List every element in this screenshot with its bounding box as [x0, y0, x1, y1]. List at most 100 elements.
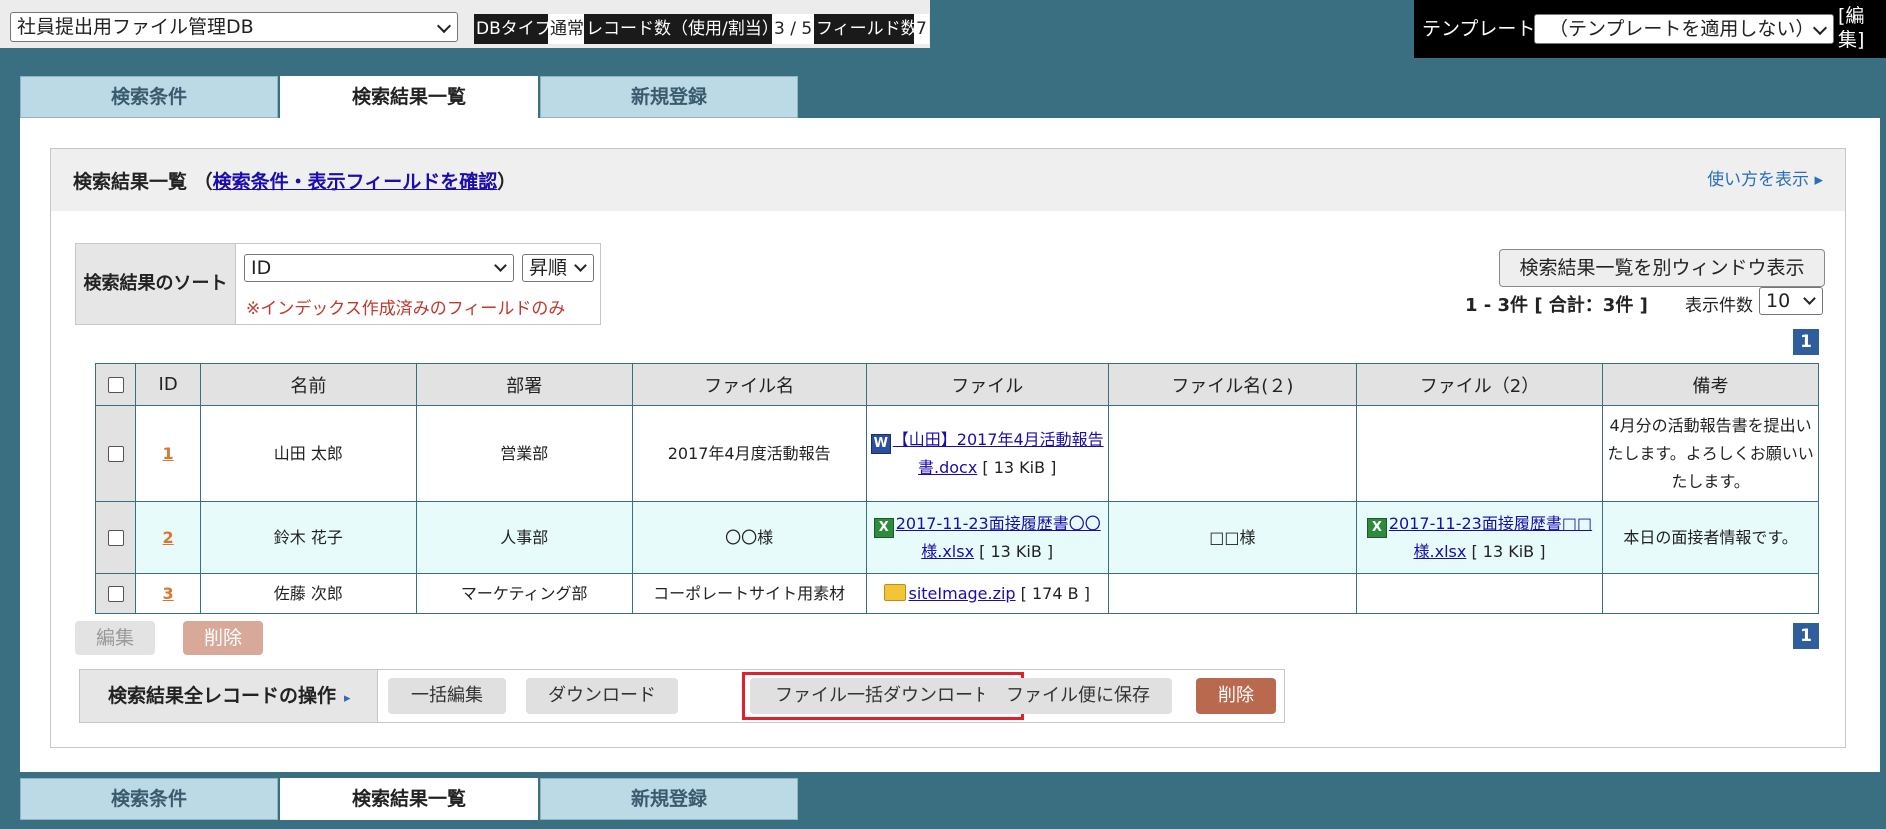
filename-cell: コーポレートサイト用素材: [631, 573, 867, 614]
tab-search-results[interactable]: 検索結果一覧: [280, 76, 538, 118]
row-select-cell: [94, 501, 137, 574]
delete-selected-button[interactable]: 削除: [183, 621, 263, 655]
per-page-value: 10: [1766, 290, 1791, 312]
show-usage-link[interactable]: 使い方を表示 ▸: [1707, 165, 1823, 190]
save-to-filebin-button[interactable]: ファイル便に保存: [984, 678, 1172, 714]
record-id-link[interactable]: 2: [163, 528, 174, 547]
row-select-cell: [94, 573, 137, 614]
template-select[interactable]: （テンプレートを適用しない）: [1534, 14, 1834, 44]
db-info-bar: 社員提出用ファイル管理DB DBタイプ 通常 レコード数（使用/割当） 3 / …: [0, 0, 930, 48]
row-checkbox[interactable]: [107, 586, 124, 602]
sort-box: 検索結果のソート ID 昇順 ※インデックス作成済みのフィールドのみ: [75, 243, 601, 325]
sort-order-select[interactable]: 昇順: [522, 254, 594, 282]
chevron-down-icon: [574, 259, 587, 272]
db-type-value: 通常: [548, 14, 586, 44]
file-size: [ 13 KiB ]: [982, 457, 1057, 477]
row-checkbox[interactable]: [107, 446, 124, 462]
select-all-checkbox[interactable]: [107, 377, 124, 393]
tab-new-registration[interactable]: 新規登録: [540, 778, 798, 820]
sort-label: 検索結果のソート: [76, 244, 236, 324]
tab-search-conditions[interactable]: 検索条件: [20, 778, 278, 820]
pagination-page-bottom[interactable]: 1: [1793, 623, 1819, 649]
filename2-cell: □□様: [1107, 501, 1357, 574]
sort-note: ※インデックス作成済みのフィールドのみ: [246, 299, 566, 319]
sort-field-select[interactable]: ID: [244, 254, 514, 282]
name-cell: 鈴木 花子: [199, 501, 417, 574]
results-table: ID 名前 部署 ファイル名 ファイル ファイル名(２) ファイル（2） 備考 …: [94, 363, 1819, 614]
bulk-operations-label-text: 検索結果全レコードの操作: [108, 685, 337, 707]
file2-cell: [1355, 405, 1604, 502]
record-count-value: 3 / 5: [772, 14, 815, 44]
column-header-file[interactable]: ファイル: [865, 363, 1109, 406]
id-cell: 1: [135, 405, 201, 502]
per-page-label: 表示件数: [1685, 296, 1753, 316]
file-size: [ 13 KiB ]: [979, 541, 1054, 561]
tab-search-results[interactable]: 検索結果一覧: [280, 778, 538, 820]
view-conditions-link[interactable]: 検索条件・表示フィールドを確認: [213, 171, 498, 193]
sort-field-value: ID: [251, 257, 272, 279]
table-row: 2 鈴木 花子 人事部 〇〇様 X 2017-11-23面接履歴書〇〇様.xlsx…: [94, 501, 1819, 574]
main-panel: 検索結果一覧 （検索条件・表示フィールドを確認） 使い方を表示 ▸ 検索結果のソ…: [20, 118, 1880, 772]
download-button[interactable]: ダウンロード: [526, 678, 678, 714]
record-id-link[interactable]: 1: [163, 444, 174, 463]
template-bar: テンプレート （テンプレートを適用しない） [編集]: [1414, 0, 1886, 58]
dept-cell: マーケティング部: [415, 573, 633, 614]
word-icon: W: [870, 433, 891, 454]
pagination-page-top[interactable]: 1: [1793, 329, 1819, 355]
table-row: 3 佐藤 次郎 マーケティング部 コーポレートサイト用素材 siteImage.…: [94, 573, 1819, 614]
result-count: 1 - 3件 [ 合計：3件 ]: [1465, 295, 1648, 316]
file-download-link[interactable]: siteImage.zip: [908, 584, 1015, 603]
template-select-value: （テンプレートを適用しない）: [1549, 18, 1815, 40]
template-label: テンプレート: [1422, 18, 1536, 40]
note-cell: [1602, 573, 1819, 614]
bulk-operations-label: 検索結果全レコードの操作 ▸: [80, 670, 378, 722]
file-size: [ 174 B ]: [1020, 583, 1090, 603]
file2-cell: X 2017-11-23面接履歴書□□様.xlsx [ 13 KiB ]: [1355, 501, 1604, 574]
open-results-window-button[interactable]: 検索結果一覧を別ウィンドウ表示: [1499, 249, 1825, 287]
tab-search-conditions[interactable]: 検索条件: [20, 76, 278, 118]
results-panel-title: 検索結果一覧 （検索条件・表示フィールドを確認）: [73, 167, 516, 194]
bulk-delete-button[interactable]: 削除: [1196, 678, 1276, 714]
note-cell: 4月分の活動報告書を提出いたします。よろしくお願いいたします。: [1602, 405, 1819, 502]
column-header-name[interactable]: 名前: [199, 363, 417, 406]
column-header-dept[interactable]: 部署: [415, 363, 633, 406]
record-count-label: レコード数（使用/割当）: [584, 14, 781, 44]
file2-cell: [1355, 573, 1604, 614]
column-header-note[interactable]: 備考: [1602, 363, 1819, 406]
database-select-value: 社員提出用ファイル管理DB: [17, 16, 254, 38]
column-header-file2[interactable]: ファイル（2）: [1355, 363, 1604, 406]
id-cell: 3: [135, 573, 201, 614]
chevron-down-icon: [1812, 20, 1828, 36]
file-cell: siteImage.zip [ 174 B ]: [865, 573, 1109, 614]
edit-selected-button[interactable]: 編集: [75, 621, 155, 655]
top-bar: 社員提出用ファイル管理DB DBタイプ 通常 レコード数（使用/割当） 3 / …: [0, 0, 1886, 58]
database-select[interactable]: 社員提出用ファイル管理DB: [10, 12, 458, 42]
row-checkbox[interactable]: [107, 530, 124, 546]
per-page-select[interactable]: 10: [1759, 287, 1823, 315]
column-header-filename2[interactable]: ファイル名(２): [1107, 363, 1357, 406]
tab-new-registration[interactable]: 新規登録: [540, 76, 798, 118]
file-cell: X 2017-11-23面接履歴書〇〇様.xlsx [ 13 KiB ]: [865, 501, 1109, 574]
dept-cell: 人事部: [415, 501, 633, 574]
bulk-edit-button[interactable]: 一括編集: [388, 678, 506, 714]
filename-cell: 〇〇様: [631, 501, 867, 574]
name-cell: 山田 太郎: [199, 405, 417, 502]
table-header-row: ID 名前 部署 ファイル名 ファイル ファイル名(２) ファイル（2） 備考: [94, 363, 1819, 406]
name-cell: 佐藤 次郎: [199, 573, 417, 614]
db-type-label: DBタイプ: [474, 14, 554, 44]
results-panel-header: 検索結果一覧 （検索条件・表示フィールドを確認） 使い方を表示 ▸: [51, 149, 1845, 211]
highlight-box: [742, 672, 1024, 720]
bulk-operations-box: 検索結果全レコードの操作 ▸ 一括編集 ダウンロード ファイル一括ダウンロード フ…: [79, 669, 1285, 723]
record-id-link[interactable]: 3: [163, 584, 174, 603]
column-header-id[interactable]: ID: [135, 363, 201, 406]
row-select-cell: [94, 405, 137, 502]
dept-cell: 営業部: [415, 405, 633, 502]
template-edit-link[interactable]: [編集]: [1838, 4, 1872, 52]
file2-size: [ 13 KiB ]: [1471, 541, 1546, 561]
results-title-close: ）: [497, 171, 517, 193]
arrow-right-icon: ▸: [344, 691, 351, 706]
note-cell: 本日の面接者情報です。: [1602, 501, 1819, 574]
column-header-filename[interactable]: ファイル名: [631, 363, 867, 406]
select-all-cell: [94, 363, 137, 406]
excel-icon: X: [873, 517, 894, 538]
